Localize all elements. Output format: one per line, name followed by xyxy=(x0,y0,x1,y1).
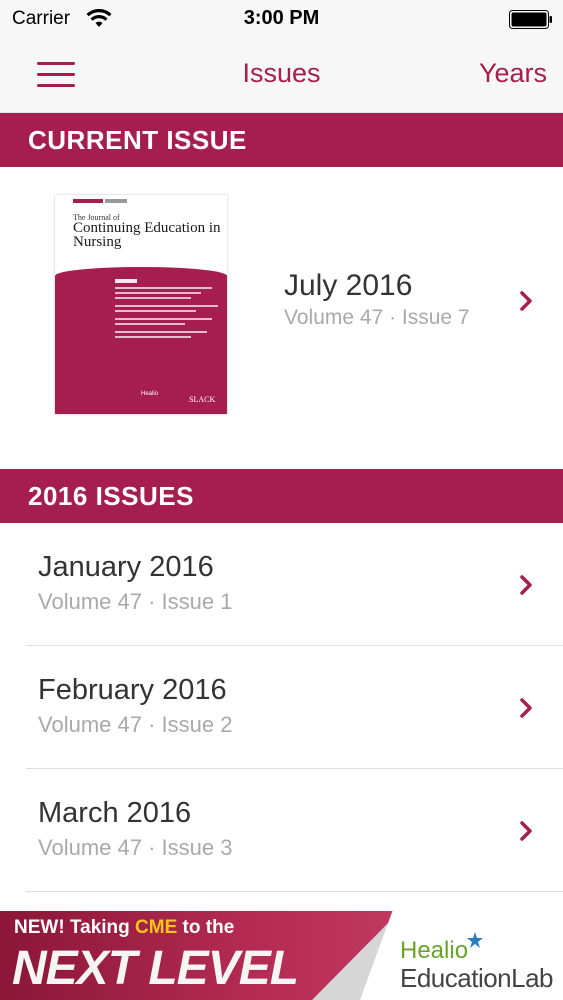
chevron-right-icon xyxy=(520,821,532,841)
issue-cover-image: The Journal of Continuing Education in N… xyxy=(55,195,227,414)
current-issue-title: July 2016 xyxy=(284,269,413,302)
issue-subtitle: Volume 47 · Issue 1 xyxy=(38,589,233,614)
list-item[interactable]: March 2016 Volume 47 · Issue 3 xyxy=(0,769,563,892)
ad-healio-logo: Healio xyxy=(400,937,469,964)
issue-title: March 2016 xyxy=(38,797,192,829)
year-issues-header: 2016 ISSUES xyxy=(0,469,563,523)
current-issue-header: CURRENT ISSUE xyxy=(0,113,563,167)
cover-slack-logo: SLACK xyxy=(189,395,216,404)
list-item[interactable]: January 2016 Volume 47 · Issue 1 xyxy=(0,523,563,646)
chevron-right-icon xyxy=(520,698,532,718)
issue-title: January 2016 xyxy=(38,551,214,583)
list-item[interactable]: February 2016 Volume 47 · Issue 2 xyxy=(0,646,563,769)
current-issue-header-label: CURRENT ISSUE xyxy=(28,125,247,155)
ad-tagline: NEW! Taking CME to the xyxy=(14,917,235,938)
chevron-right-icon xyxy=(520,575,532,595)
star-icon xyxy=(467,932,483,948)
cover-healio-logo: Healio xyxy=(141,391,159,397)
ad-cme-highlight: CME xyxy=(135,917,178,938)
year-issues-header-label: 2016 ISSUES xyxy=(28,481,194,511)
current-issue-row[interactable]: The Journal of Continuing Education in N… xyxy=(0,167,563,469)
ad-banner[interactable]: NEW! Taking CME to the NEXT LEVEL Healio… xyxy=(0,911,563,1000)
years-button[interactable]: Years xyxy=(479,58,547,89)
cover-journal-title: Continuing Education in Nursing xyxy=(73,220,221,250)
issue-subtitle: Volume 47 · Issue 3 xyxy=(38,835,233,860)
ad-educationlab-logo: EducationLab xyxy=(400,963,554,993)
navigation-bar: Issues Years xyxy=(0,40,563,113)
battery-icon xyxy=(509,10,552,29)
status-time: 3:00 PM xyxy=(243,7,320,29)
row-divider xyxy=(26,891,563,892)
ad-headline: NEXT LEVEL xyxy=(12,942,299,995)
chevron-right-icon xyxy=(520,291,532,311)
status-bar: Carrier 3:00 PM xyxy=(0,0,563,40)
current-issue-subtitle: Volume 47 · Issue 7 xyxy=(284,306,470,329)
issue-subtitle: Volume 47 · Issue 2 xyxy=(38,712,233,737)
issue-title: February 2016 xyxy=(38,674,227,706)
